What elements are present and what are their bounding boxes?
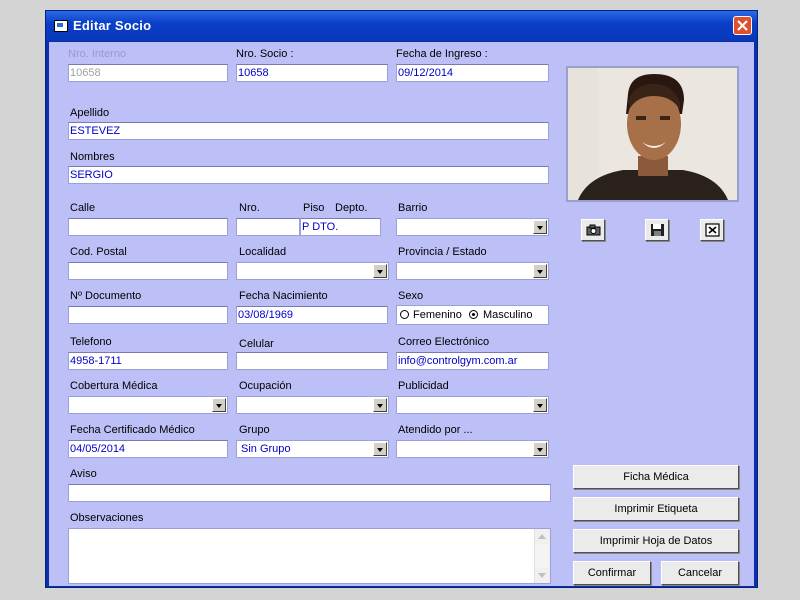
calle-label: Calle — [70, 202, 96, 214]
nombres-label: Nombres — [70, 151, 115, 163]
observaciones-textarea[interactable] — [68, 528, 551, 584]
barrio-select[interactable] — [396, 218, 549, 236]
chevron-down-icon[interactable] — [533, 442, 547, 456]
apellido-field[interactable]: ESTEVEZ — [68, 122, 549, 140]
masculino-label: Masculino — [483, 309, 533, 321]
femenino-radio[interactable] — [400, 310, 409, 319]
chevron-down-icon[interactable] — [212, 398, 226, 412]
aviso-label: Aviso — [70, 468, 97, 480]
chevron-down-icon[interactable] — [373, 398, 387, 412]
chevron-down-icon[interactable] — [533, 398, 547, 412]
masculino-radio[interactable] — [469, 310, 478, 319]
nro-interno-field: 10658 — [68, 64, 228, 82]
nro-interno-label: Nro. Interno — [68, 48, 127, 60]
editar-socio-window: Editar Socio Nro. Interno 10658 Nro. Soc… — [45, 10, 758, 588]
delete-icon — [705, 223, 720, 237]
nro-socio-field[interactable]: 10658 — [236, 64, 388, 82]
ocupacion-select[interactable] — [236, 396, 389, 414]
barrio-label: Barrio — [398, 202, 428, 214]
member-photo-image — [568, 68, 737, 200]
localidad-select[interactable] — [236, 262, 389, 280]
chevron-down-icon[interactable] — [373, 442, 387, 456]
provincia-select[interactable] — [396, 262, 549, 280]
chevron-down-icon[interactable] — [533, 220, 547, 234]
fecha-ingreso-label: Fecha de Ingreso : — [396, 48, 488, 60]
atendido-select[interactable] — [396, 440, 549, 458]
depto-label: Depto. — [335, 202, 368, 214]
window-title: Editar Socio — [73, 18, 152, 33]
nro-socio-label: Nro. Socio : — [236, 48, 294, 60]
celular-field[interactable] — [236, 352, 388, 370]
telefono-label: Telefono — [70, 336, 112, 348]
title-bar[interactable]: Editar Socio — [46, 11, 757, 41]
atendido-label: Atendido por ... — [398, 424, 473, 436]
window-icon — [54, 20, 68, 32]
localidad-label: Localidad — [239, 246, 287, 258]
ocupacion-label: Ocupación — [239, 380, 292, 392]
grupo-label: Grupo — [239, 424, 270, 436]
save-icon — [651, 224, 664, 236]
scroll-down-icon[interactable] — [535, 568, 550, 583]
grupo-select[interactable]: Sin Grupo — [236, 440, 389, 458]
fecha-cert-label: Fecha Certificado Médico — [70, 424, 195, 436]
telefono-field[interactable]: 4958-1711 — [68, 352, 228, 370]
chevron-down-icon[interactable] — [533, 264, 547, 278]
provincia-label: Provincia / Estado — [398, 246, 487, 258]
apellido-label: Apellido — [70, 107, 110, 119]
sexo-radio-group: Femenino Masculino — [396, 305, 549, 325]
cod-postal-label: Cod. Postal — [70, 246, 127, 258]
chevron-down-icon[interactable] — [373, 264, 387, 278]
sexo-label: Sexo — [398, 290, 424, 302]
camera-icon — [586, 224, 601, 236]
member-photo — [566, 66, 739, 202]
cancelar-button[interactable]: Cancelar — [661, 561, 739, 585]
femenino-label: Femenino — [413, 309, 462, 321]
grupo-value: Sin Grupo — [241, 443, 291, 455]
fecha-nacimiento-field[interactable]: 03/08/1969 — [236, 306, 388, 324]
calle-field[interactable] — [68, 218, 228, 236]
aviso-field[interactable] — [68, 484, 551, 502]
documento-field[interactable] — [68, 306, 228, 324]
close-button[interactable] — [733, 16, 752, 35]
close-icon — [737, 20, 748, 31]
observaciones-scrollbar[interactable] — [534, 529, 550, 583]
correo-field[interactable]: info@controlgym.com.ar — [396, 352, 549, 370]
observaciones-label: Observaciones — [70, 512, 144, 524]
fecha-cert-field[interactable]: 04/05/2014 — [68, 440, 228, 458]
confirmar-button[interactable]: Confirmar — [573, 561, 651, 585]
fecha-ingreso-field[interactable]: 09/12/2014 — [396, 64, 549, 82]
piso-depto-field[interactable]: P DTO. — [300, 218, 381, 236]
take-photo-button[interactable] — [581, 219, 605, 241]
nro-field[interactable] — [236, 218, 300, 236]
cod-postal-field[interactable] — [68, 262, 228, 280]
documento-label: Nº Documento — [70, 290, 142, 302]
save-photo-button[interactable] — [645, 219, 669, 241]
nombres-field[interactable]: SERGIO — [68, 166, 549, 184]
imprimir-hoja-button[interactable]: Imprimir Hoja de Datos — [573, 529, 739, 553]
nro-label: Nro. — [239, 202, 260, 214]
fecha-nacimiento-label: Fecha Nacimiento — [239, 290, 328, 302]
form-area: Nro. Interno 10658 Nro. Socio : 10658 Fe… — [49, 42, 754, 586]
imprimir-etiqueta-button[interactable]: Imprimir Etiqueta — [573, 497, 739, 521]
cobertura-label: Cobertura Médica — [70, 380, 158, 392]
publicidad-select[interactable] — [396, 396, 549, 414]
celular-label: Celular — [239, 338, 274, 350]
scroll-up-icon[interactable] — [535, 529, 550, 544]
cobertura-select[interactable] — [68, 396, 228, 414]
publicidad-label: Publicidad — [398, 380, 449, 392]
ficha-medica-button[interactable]: Ficha Médica — [573, 465, 739, 489]
delete-photo-button[interactable] — [700, 219, 724, 241]
correo-label: Correo Electrónico — [398, 336, 490, 348]
piso-label: Piso — [303, 202, 325, 214]
